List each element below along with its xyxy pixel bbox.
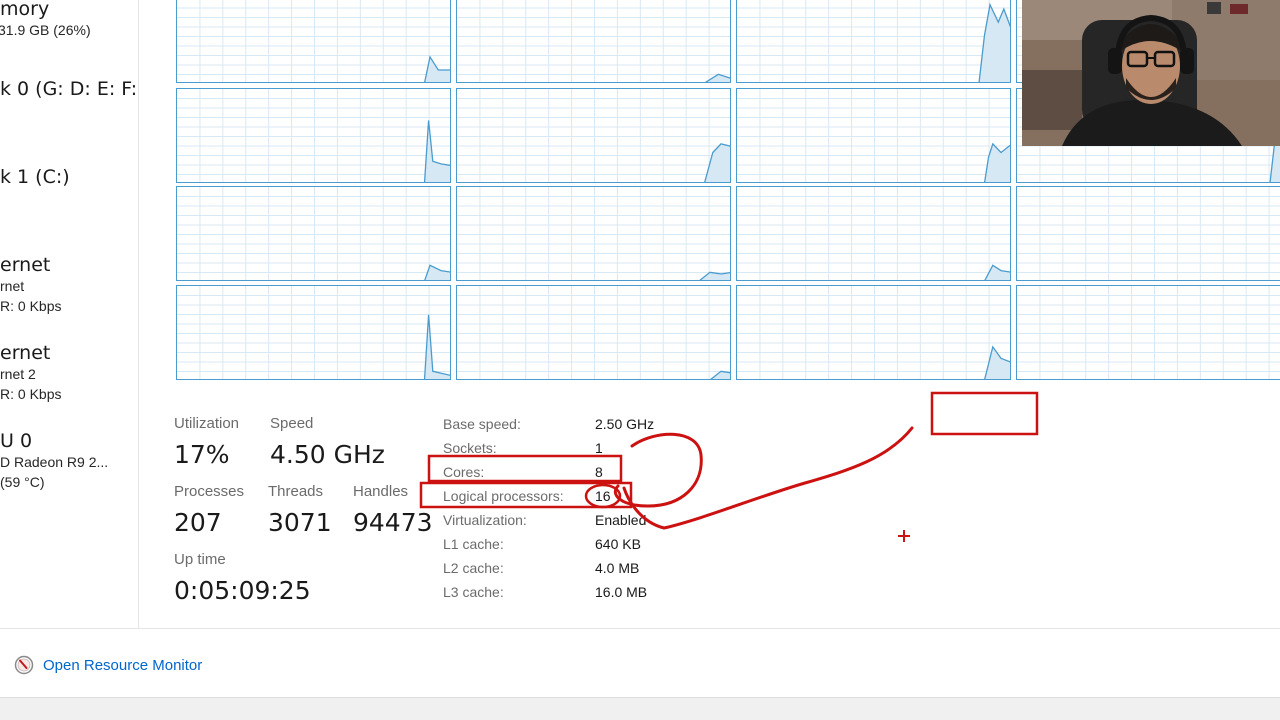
logical-processor-graph: [176, 88, 451, 183]
sidebar-item-title: U 0: [0, 430, 33, 452]
sidebar-item-subtitle: 31.9 GB (26%): [0, 22, 91, 38]
virtualization-label: Virtualization:: [443, 512, 527, 528]
usage-line: [1017, 272, 1280, 281]
cpu-usage-sparkline: [737, 89, 1010, 182]
logical-processor-graph: [176, 0, 451, 83]
cpu-usage-sparkline: [737, 0, 1010, 82]
footer-divider: [0, 628, 1280, 629]
sidebar-item-ethernet-2[interactable]: ernet rnet 2 R: 0 Kbps: [0, 342, 138, 404]
cpu-usage-sparkline: [457, 89, 730, 182]
sidebar-item-title: k 1 (C:): [0, 166, 70, 188]
resource-monitor-label: Open Resource Monitor: [43, 656, 203, 674]
sidebar-item-subtitle: rnet 2: [0, 366, 36, 382]
logical-processors-label: Logical processors:: [443, 488, 564, 504]
sidebar-item-disk-0[interactable]: k 0 (G: D: E: F:): [0, 78, 139, 100]
l2-cache-label: L2 cache:: [443, 560, 504, 576]
logical-processor-graph: [736, 0, 1011, 83]
utilization-value: 17%: [174, 440, 230, 469]
cpu-usage-sparkline: [177, 0, 450, 82]
cpu-usage-sparkline: [737, 286, 1010, 379]
speed-label: Speed: [270, 415, 314, 432]
logical-processor-graph: [456, 186, 731, 281]
base-speed-value: 2.50 GHz: [595, 416, 655, 432]
cpu-usage-sparkline: [177, 89, 450, 182]
l2-cache-value: 4.0 MB: [595, 560, 640, 576]
logical-processor-graph: [176, 186, 451, 281]
logical-processor-graph: [1016, 186, 1280, 281]
l1-cache-value: 640 KB: [595, 536, 641, 552]
processes-label: Processes: [174, 483, 245, 500]
l3-cache-value: 16.0 MB: [595, 584, 648, 600]
uptime-label: Up time: [174, 551, 226, 568]
open-resource-monitor-link[interactable]: Open Resource Monitor: [14, 654, 202, 676]
logical-processor-graph: [176, 285, 451, 380]
logical-processor-graph: [456, 88, 731, 183]
sidebar-item-title: ernet: [0, 254, 51, 276]
cores-value: 8: [595, 464, 603, 480]
logical-processors-value: 16: [595, 488, 611, 504]
sidebar-item-disk-1[interactable]: k 1 (C:): [0, 166, 138, 188]
logical-processor-graph: [736, 88, 1011, 183]
virtualization-value: Enabled: [595, 512, 647, 528]
cores-label: Cores:: [443, 464, 485, 480]
cpu-usage-sparkline: [737, 187, 1010, 280]
handles-value: 94473: [353, 508, 433, 537]
webcam-person-image: [1022, 0, 1280, 146]
sidebar-item-subtitle: D Radeon R9 2...: [0, 454, 109, 470]
threads-label: Threads: [268, 483, 324, 500]
uptime-value: 0:05:09:25: [174, 576, 311, 605]
usage-area: [1017, 272, 1280, 281]
sockets-value: 1: [595, 440, 603, 456]
sidebar-item-rate: R: 0 Kbps: [0, 386, 62, 402]
logical-processor-graph: [456, 285, 731, 380]
logical-processor-graph: [456, 0, 731, 83]
sidebar-item-title: mory: [0, 0, 50, 20]
empty-annotation-box: [930, 391, 1039, 436]
cpu-usage-sparkline: [177, 187, 450, 280]
threads-value: 3071: [268, 508, 332, 537]
sidebar-item-title: k 0 (G: D: E: F:): [0, 78, 139, 100]
sidebar-item-ethernet-1[interactable]: ernet rnet R: 0 Kbps: [0, 254, 138, 316]
cpu-usage-sparkline: [457, 187, 730, 280]
sidebar-item-memory[interactable]: mory 31.9 GB (26%): [0, 0, 138, 40]
processes-value: 207: [174, 508, 222, 537]
sidebar-item-gpu-0[interactable]: U 0 D Radeon R9 2... (59 °C): [0, 430, 138, 492]
sidebar-item-temp: (59 °C): [0, 474, 45, 490]
curl-stroke: [613, 432, 703, 508]
sidebar-item-rate: R: 0 Kbps: [0, 298, 62, 314]
arrow-stroke: [622, 426, 914, 530]
webcam-overlay: [1022, 0, 1280, 146]
cpu-usage-sparkline: [1017, 286, 1280, 379]
logical-processor-graph: [736, 285, 1011, 380]
utilization-label: Utilization: [174, 415, 240, 432]
speed-value: 4.50 GHz: [270, 440, 385, 469]
l3-cache-label: L3 cache:: [443, 584, 504, 600]
sidebar: mory 31.9 GB (26%) k 0 (G: D: E: F:) k 1…: [0, 0, 139, 628]
window-bottom-edge: [0, 697, 1280, 720]
cpu-usage-sparkline: [457, 0, 730, 82]
sockets-label: Sockets:: [443, 440, 497, 456]
sidebar-item-subtitle: rnet: [0, 278, 25, 294]
cpu-usage-sparkline: [457, 286, 730, 379]
base-speed-label: Base speed:: [443, 416, 521, 432]
logical-processor-graph: [736, 186, 1011, 281]
cpu-usage-sparkline: [177, 286, 450, 379]
handles-label: Handles: [353, 483, 409, 500]
logical-processor-graph: [1016, 285, 1280, 380]
cpu-usage-sparkline: [1017, 187, 1280, 281]
resource-monitor-icon: [14, 655, 34, 675]
l1-cache-label: L1 cache:: [443, 536, 504, 552]
sidebar-item-title: ernet: [0, 342, 51, 364]
